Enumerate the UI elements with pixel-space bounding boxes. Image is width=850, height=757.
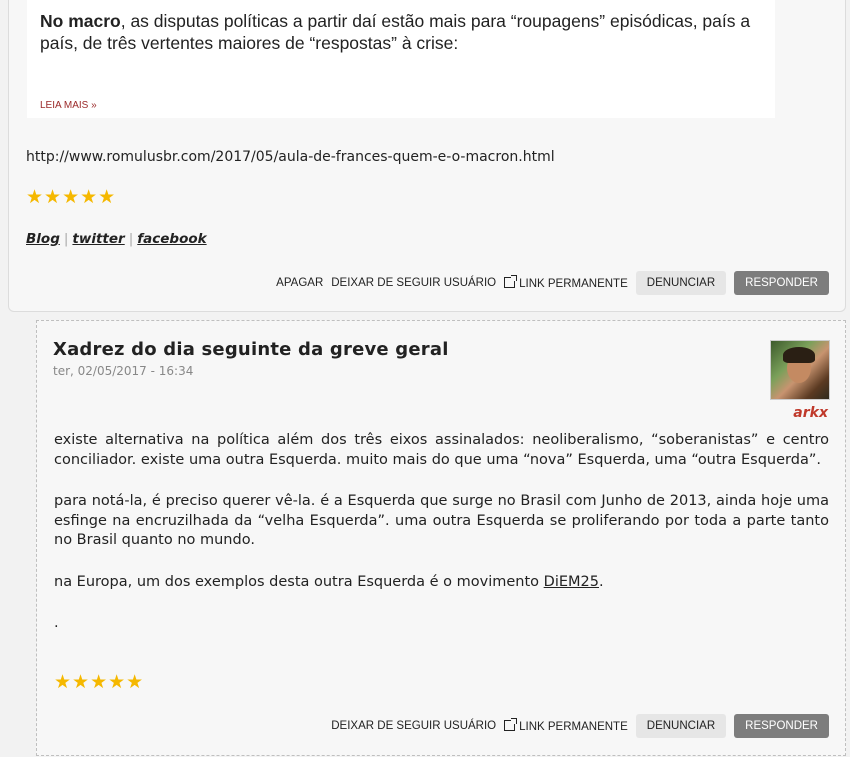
external-link-icon — [504, 717, 518, 731]
preview-text: No macro, as disputas políticas a partir… — [40, 10, 760, 54]
comment-paragraph: na Europa, um dos exemplos desta outra E… — [54, 573, 829, 593]
preview-body: , as disputas políticas a partir daí est… — [40, 11, 751, 53]
link-separator: | — [63, 231, 69, 247]
blog-link[interactable]: Blog — [26, 231, 60, 247]
comment-actions: APAGAR DEIXAR DE SEGUIR USUÁRIO LINK PER… — [276, 271, 829, 295]
permalink-label: LINK PERMANENTE — [519, 277, 628, 290]
comment-date: ter, 02/05/2017 - 16:34 — [53, 364, 194, 378]
delete-button[interactable]: APAGAR — [276, 277, 323, 289]
comment-body: existe alternativa na política além dos … — [54, 431, 829, 656]
star-rating[interactable]: ★★★★★ — [26, 186, 116, 208]
unfollow-user-button[interactable]: DEIXAR DE SEGUIR USUÁRIO — [331, 277, 496, 289]
reply-comment-card: Xadrez do dia seguinte da greve geral te… — [36, 320, 846, 756]
permalink-label: LINK PERMANENTE — [519, 720, 628, 733]
twitter-link[interactable]: twitter — [72, 231, 124, 247]
post-preview: No macro, as disputas políticas a partir… — [27, 0, 775, 118]
report-button[interactable]: DENUNCIAR — [635, 714, 727, 738]
avatar[interactable] — [770, 340, 830, 400]
comment-title[interactable]: Xadrez do dia seguinte da greve geral — [53, 339, 449, 360]
diem25-link[interactable]: DiEM25 — [544, 574, 599, 590]
comment-url: http://www.romulusbr.com/2017/05/aula-de… — [26, 149, 555, 165]
comment-actions: DEIXAR DE SEGUIR USUÁRIO LINK PERMANENTE… — [331, 714, 829, 738]
unfollow-user-button[interactable]: DEIXAR DE SEGUIR USUÁRIO — [331, 720, 496, 732]
social-links: Blog | twitter | facebook — [26, 231, 207, 247]
link-separator: | — [128, 231, 134, 247]
permalink-link[interactable]: LINK PERMANENTE — [504, 717, 628, 733]
external-link-icon — [504, 274, 518, 288]
comment-paragraph: para notá-la, é preciso querer vê-la. é … — [54, 493, 829, 548]
report-button[interactable]: DENUNCIAR — [635, 271, 727, 295]
username-link[interactable]: arkx — [793, 405, 828, 421]
reply-button[interactable]: RESPONDER — [734, 714, 829, 738]
star-rating[interactable]: ★★★★★ — [54, 671, 144, 693]
paragraph-text: na Europa, um dos exemplos desta outra E… — [54, 573, 544, 590]
comment-paragraph: existe alternativa na política além dos … — [54, 432, 829, 468]
permalink-link[interactable]: LINK PERMANENTE — [504, 274, 628, 290]
facebook-link[interactable]: facebook — [137, 231, 206, 247]
comment-card: No macro, as disputas políticas a partir… — [8, 0, 846, 312]
comment-paragraph: . — [54, 615, 59, 631]
read-more-link[interactable]: LEIA MAIS » — [40, 100, 97, 111]
preview-bold-lead: No macro — [40, 11, 121, 31]
paragraph-text: . — [598, 573, 604, 590]
reply-button[interactable]: RESPONDER — [734, 271, 829, 295]
